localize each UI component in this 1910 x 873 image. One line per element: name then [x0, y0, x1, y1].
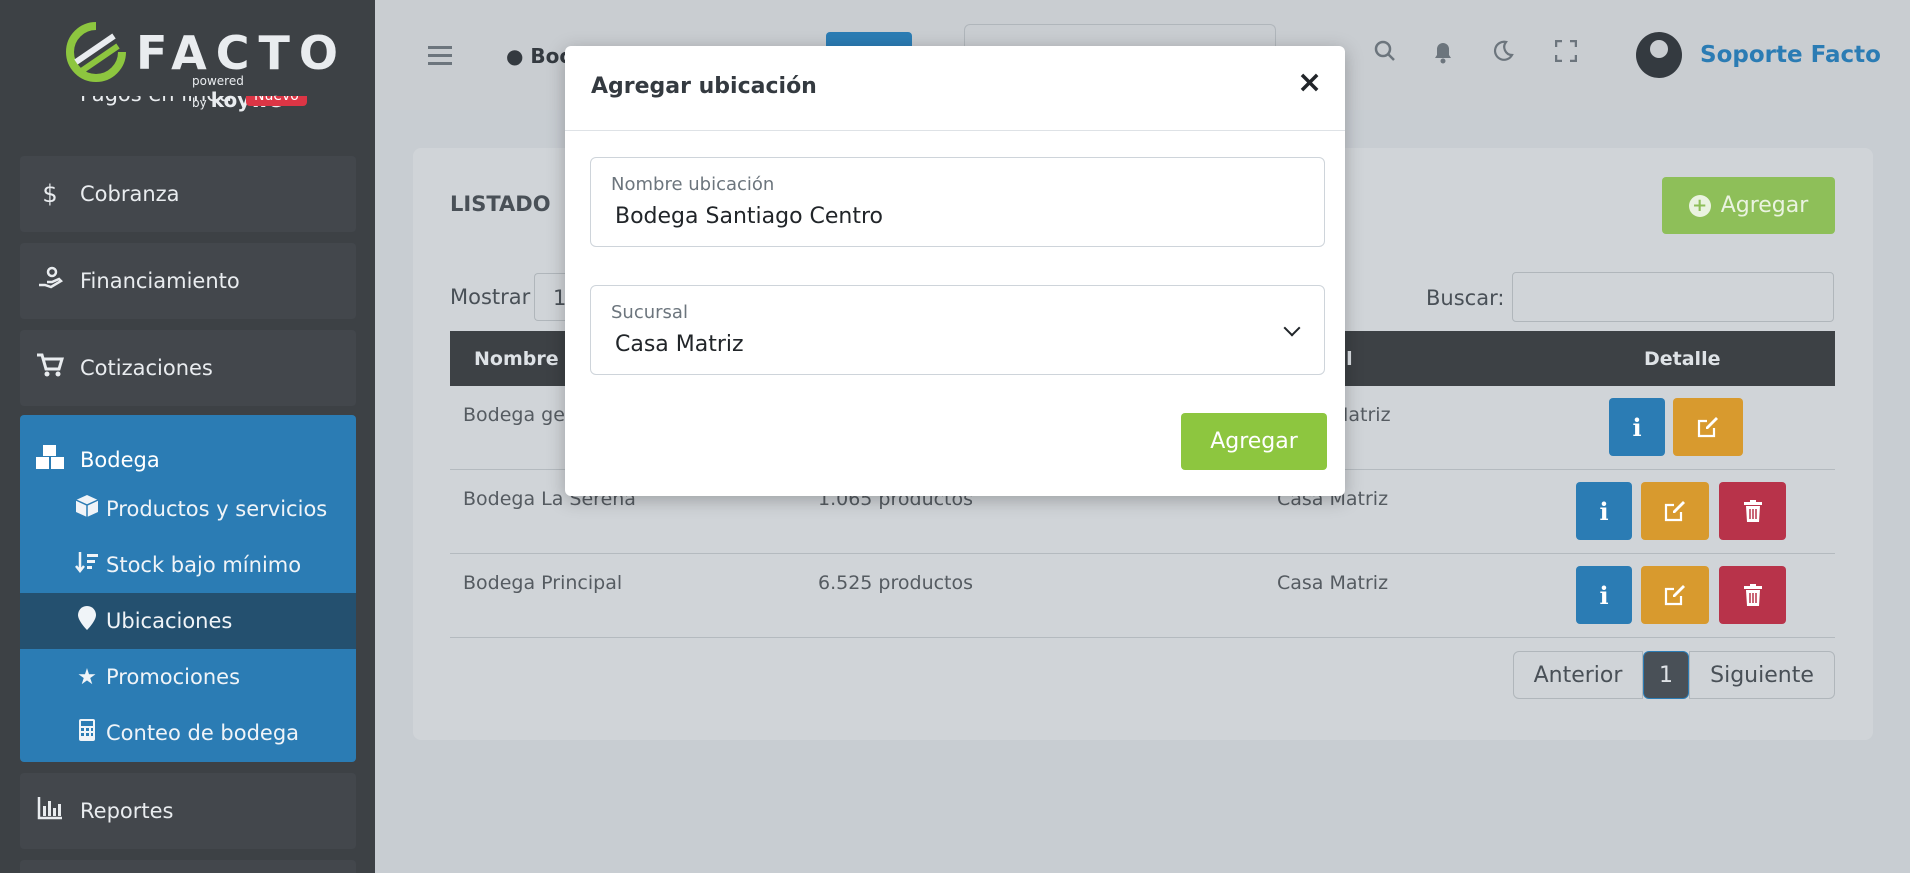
add-location-modal: Agregar ubicación × Nombre ubicación Bod… [565, 46, 1345, 496]
branch-value: Casa Matriz [615, 332, 744, 357]
branch-label: Sucursal [611, 302, 688, 323]
modal-title: Agregar ubicación [591, 74, 817, 99]
modal-header: Agregar ubicación × [565, 46, 1345, 131]
location-name-field[interactable]: Nombre ubicación Bodega Santiago Centro [590, 157, 1325, 247]
chevron-down-icon [1283, 319, 1301, 337]
location-name-value[interactable]: Bodega Santiago Centro [615, 204, 883, 229]
submit-add-button[interactable]: Agregar [1181, 413, 1327, 470]
location-name-label: Nombre ubicación [611, 174, 775, 195]
branch-select[interactable]: Sucursal Casa Matriz [590, 285, 1325, 375]
close-icon[interactable]: × [1297, 68, 1322, 98]
app-root: FACTO powered bykoywe Pagos en línea Nue… [0, 0, 1910, 873]
